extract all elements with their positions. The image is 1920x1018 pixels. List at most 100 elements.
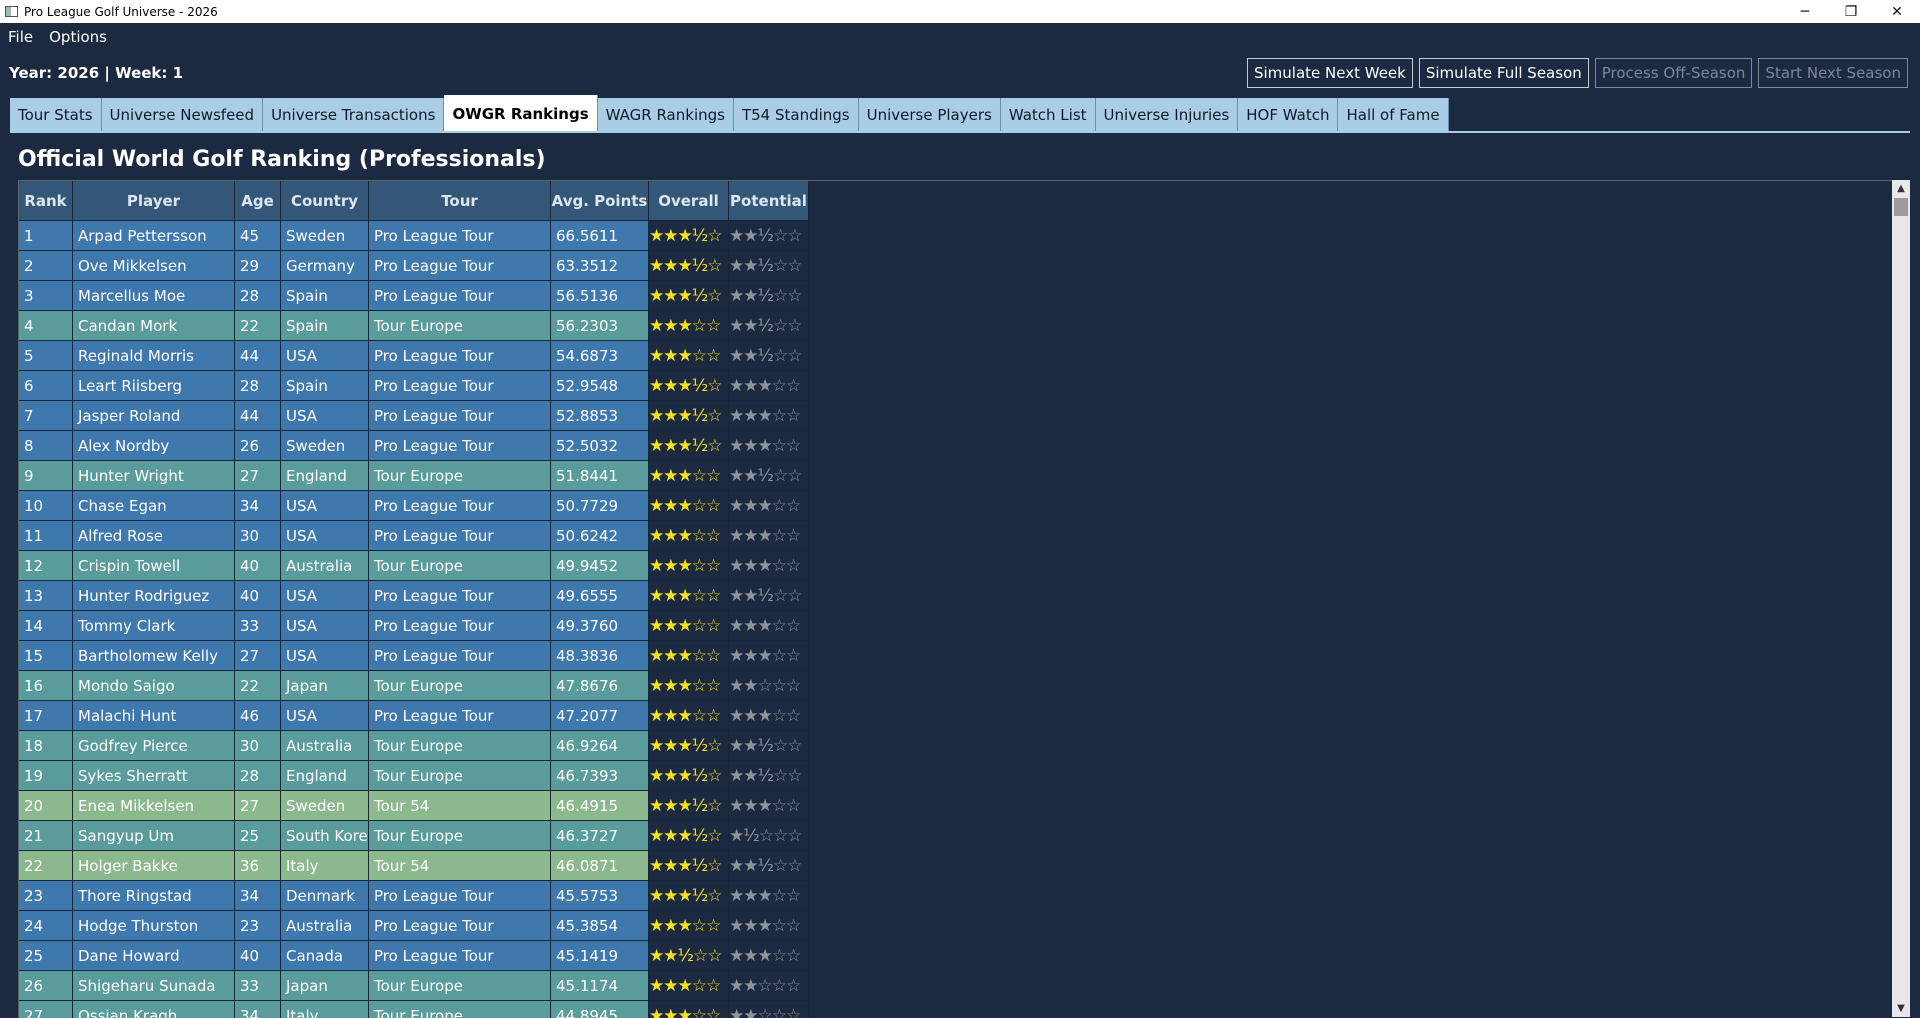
column-header-rank[interactable]: Rank <box>19 181 73 221</box>
potential-rating-stars: ★★½☆☆ <box>729 731 809 761</box>
country-cell: Japan <box>281 671 369 701</box>
tab-universe-injuries[interactable]: Universe Injuries <box>1096 98 1239 132</box>
tab-hof-watch[interactable]: HOF Watch <box>1238 98 1338 132</box>
overall-stars-icon: ★★★☆☆ <box>649 466 720 486</box>
table-row[interactable]: 10Chase Egan34USAPro League Tour50.7729★… <box>19 491 809 521</box>
table-row[interactable]: 25Dane Howard40CanadaPro League Tour45.1… <box>19 941 809 971</box>
table-row[interactable]: 8Alex Nordby26SwedenPro League Tour52.50… <box>19 431 809 461</box>
tour-cell: Tour Europe <box>369 821 551 851</box>
tab-owgr-rankings[interactable]: OWGR Rankings <box>444 95 597 132</box>
tab-universe-players[interactable]: Universe Players <box>859 98 1001 132</box>
rank-cell: 24 <box>19 911 73 941</box>
age-cell: 33 <box>235 971 281 1001</box>
rankings-table: Rank Player Age Country Tour Avg. Points… <box>18 180 1909 1018</box>
table-row[interactable]: 7Jasper Roland44USAPro League Tour52.885… <box>19 401 809 431</box>
scroll-up-icon[interactable]: ▲ <box>1892 180 1910 197</box>
overall-rating-stars: ★★★½☆ <box>649 761 729 791</box>
table-row[interactable]: 21Sangyup Um25South KoreaTour Europe46.3… <box>19 821 809 851</box>
potential-rating-stars: ★★☆☆☆ <box>729 1001 809 1018</box>
table-row[interactable]: 27Ossian Kragh34ItalyTour Europe44.8945★… <box>19 1001 809 1018</box>
menu-options[interactable]: Options <box>41 28 115 46</box>
overall-rating-stars: ★★★☆☆ <box>649 911 729 941</box>
age-cell: 23 <box>235 911 281 941</box>
restore-icon[interactable]: ❐ <box>1828 0 1874 23</box>
close-icon[interactable]: ✕ <box>1874 0 1920 23</box>
potential-stars-icon: ★★☆☆☆ <box>729 1006 800 1018</box>
table-row[interactable]: 13Hunter Rodriguez40USAPro League Tour49… <box>19 581 809 611</box>
table-row[interactable]: 18Godfrey Pierce30AustraliaTour Europe46… <box>19 731 809 761</box>
table-row[interactable]: 3Marcellus Moe28SpainPro League Tour56.5… <box>19 281 809 311</box>
table-row[interactable]: 20Enea Mikkelsen27SwedenTour 5446.4915★★… <box>19 791 809 821</box>
simulate-next-week-button[interactable]: Simulate Next Week <box>1247 58 1413 88</box>
potential-stars-icon: ★★½☆☆ <box>729 256 801 276</box>
process-off-season-button[interactable]: Process Off-Season <box>1595 58 1753 88</box>
tab-universe-transactions[interactable]: Universe Transactions <box>263 98 444 132</box>
table-row[interactable]: 26Shigeharu Sunada33JapanTour Europe45.1… <box>19 971 809 1001</box>
country-cell: USA <box>281 581 369 611</box>
tab-watch-list[interactable]: Watch List <box>1001 98 1096 132</box>
menu-file[interactable]: File <box>0 28 41 46</box>
overall-rating-stars: ★★★☆☆ <box>649 461 729 491</box>
age-cell: 40 <box>235 941 281 971</box>
table-row[interactable]: 16Mondo Saigo22JapanTour Europe47.8676★★… <box>19 671 809 701</box>
table-row[interactable]: 12Crispin Towell40AustraliaTour Europe49… <box>19 551 809 581</box>
tab-t54-standings[interactable]: T54 Standings <box>734 98 859 132</box>
rank-cell: 20 <box>19 791 73 821</box>
table-row[interactable]: 6Leart Riisberg28SpainPro League Tour52.… <box>19 371 809 401</box>
table-row[interactable]: 22Holger Bakke36ItalyTour 5446.0871★★★½☆… <box>19 851 809 881</box>
table-row[interactable]: 4Candan Mork22SpainTour Europe56.2303★★★… <box>19 311 809 341</box>
rank-cell: 12 <box>19 551 73 581</box>
table-row[interactable]: 11Alfred Rose30USAPro League Tour50.6242… <box>19 521 809 551</box>
start-next-season-button[interactable]: Start Next Season <box>1758 58 1908 88</box>
column-header-age[interactable]: Age <box>235 181 281 221</box>
avg-points-cell: 46.7393 <box>551 761 649 791</box>
overall-rating-stars: ★★★☆☆ <box>649 701 729 731</box>
tab-universe-newsfeed[interactable]: Universe Newsfeed <box>102 98 264 132</box>
table-row[interactable]: 15Bartholomew Kelly27USAPro League Tour4… <box>19 641 809 671</box>
overall-rating-stars: ★★★☆☆ <box>649 491 729 521</box>
table-row[interactable]: 17Malachi Hunt46USAPro League Tour47.207… <box>19 701 809 731</box>
column-header-tour[interactable]: Tour <box>369 181 551 221</box>
age-cell: 30 <box>235 731 281 761</box>
potential-rating-stars: ★★½☆☆ <box>729 581 809 611</box>
age-cell: 34 <box>235 491 281 521</box>
column-header-country[interactable]: Country <box>281 181 369 221</box>
country-cell: USA <box>281 521 369 551</box>
scroll-thumb[interactable] <box>1894 198 1908 216</box>
table-row[interactable]: 14Tommy Clark33USAPro League Tour49.3760… <box>19 611 809 641</box>
minimize-icon[interactable]: ─ <box>1782 0 1828 23</box>
table-row[interactable]: 24Hodge Thurston23AustraliaPro League To… <box>19 911 809 941</box>
column-header-avg-points[interactable]: Avg. Points <box>551 181 649 221</box>
table-row[interactable]: 2Ove Mikkelsen29GermanyPro League Tour63… <box>19 251 809 281</box>
page-title: Official World Golf Ranking (Professiona… <box>18 147 546 172</box>
tab-hall-of-fame[interactable]: Hall of Fame <box>1338 98 1448 132</box>
potential-rating-stars: ★★½☆☆ <box>729 761 809 791</box>
rank-cell: 6 <box>19 371 73 401</box>
table-row[interactable]: 1Arpad Pettersson45SwedenPro League Tour… <box>19 221 809 251</box>
scroll-down-icon[interactable]: ▼ <box>1892 1000 1910 1017</box>
table-row[interactable]: 9Hunter Wright27EnglandTour Europe51.844… <box>19 461 809 491</box>
simulate-full-season-button[interactable]: Simulate Full Season <box>1419 58 1589 88</box>
column-header-overall[interactable]: Overall <box>649 181 729 221</box>
potential-stars-icon: ★★½☆☆ <box>729 736 801 756</box>
avg-points-cell: 52.5032 <box>551 431 649 461</box>
tour-cell: Tour Europe <box>369 971 551 1001</box>
player-cell: Crispin Towell <box>73 551 235 581</box>
tab-tour-stats[interactable]: Tour Stats <box>10 98 102 132</box>
age-cell: 40 <box>235 551 281 581</box>
country-cell: Italy <box>281 1001 369 1018</box>
player-cell: Chase Egan <box>73 491 235 521</box>
table-row[interactable]: 23Thore Ringstad34DenmarkPro League Tour… <box>19 881 809 911</box>
age-cell: 28 <box>235 761 281 791</box>
country-cell: Japan <box>281 971 369 1001</box>
column-header-player[interactable]: Player <box>73 181 235 221</box>
table-row[interactable]: 5Reginald Morris44USAPro League Tour54.6… <box>19 341 809 371</box>
tour-cell: Tour Europe <box>369 311 551 341</box>
column-header-potential[interactable]: Potential <box>729 181 809 221</box>
rank-cell: 25 <box>19 941 73 971</box>
tab-wagr-rankings[interactable]: WAGR Rankings <box>598 98 734 132</box>
table-row[interactable]: 19Sykes Sherratt28EnglandTour Europe46.7… <box>19 761 809 791</box>
overall-rating-stars: ★★★½☆ <box>649 821 729 851</box>
vertical-scrollbar[interactable]: ▲ ▼ <box>1892 180 1910 1017</box>
overall-stars-icon: ★★★½☆ <box>649 256 721 276</box>
